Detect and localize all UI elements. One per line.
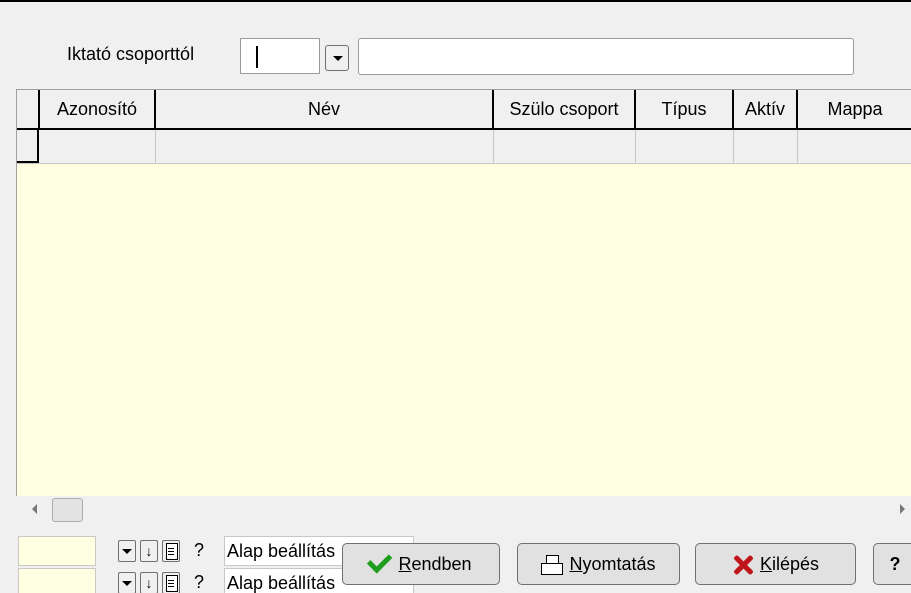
column-header-szulo-csoport[interactable]: Szülo csoport	[494, 90, 636, 128]
row-selector[interactable]	[17, 130, 39, 163]
chevron-down-icon	[122, 581, 132, 586]
close-icon	[732, 554, 754, 576]
grid-header: Azonosító Név Szülo csoport Típus Aktív …	[17, 90, 911, 130]
bottom-bar: ↓ ? Alap beállítás ↓ ? Alap beállítás Re…	[0, 526, 911, 593]
document-icon[interactable]	[162, 540, 180, 562]
column-header-mappa[interactable]: Mappa	[798, 90, 911, 128]
exit-button[interactable]: Kilépés	[695, 543, 856, 585]
settings-dropdown-button-2[interactable]	[118, 572, 136, 593]
group-dropdown-button[interactable]	[325, 45, 349, 71]
exit-label: ilépés	[771, 554, 820, 574]
help-button[interactable]: ?	[873, 543, 911, 585]
printer-icon	[541, 555, 564, 576]
table-cell[interactable]	[798, 130, 911, 163]
checkmark-icon	[367, 548, 393, 574]
text-caret	[256, 46, 258, 68]
chevron-down-icon	[122, 549, 132, 554]
table-cell[interactable]	[636, 130, 734, 163]
print-label: yomtatás	[582, 554, 656, 574]
table-cell[interactable]	[494, 130, 636, 163]
table-cell[interactable]	[156, 130, 494, 163]
group-name-input[interactable]	[358, 38, 854, 75]
scroll-right-icon[interactable]	[900, 504, 905, 514]
column-header-tipus[interactable]: Típus	[636, 90, 734, 128]
group-code-input[interactable]	[240, 38, 320, 74]
data-grid[interactable]: Azonosító Név Szülo csoport Típus Aktív …	[16, 89, 911, 523]
print-label-mnemonic: N	[569, 554, 583, 574]
table-cell[interactable]	[734, 130, 798, 163]
table-row[interactable]	[17, 130, 911, 164]
scroll-left-icon[interactable]	[32, 504, 37, 514]
column-header-nev[interactable]: Név	[156, 90, 494, 128]
exit-label-mnemonic: K	[759, 554, 772, 574]
settings-code-input-1[interactable]	[18, 536, 96, 566]
column-header-aktiv[interactable]: Aktív	[734, 90, 798, 128]
ok-label-mnemonic: R	[398, 554, 412, 574]
dialog-window: Iktató csoporttól Azonosító Név Szülo cs…	[0, 0, 911, 593]
settings-dropdown-button-1[interactable]	[118, 540, 136, 562]
ok-button[interactable]: Rendben	[342, 543, 500, 585]
document-icon[interactable]	[162, 572, 180, 593]
scrollbar-thumb[interactable]	[52, 498, 83, 522]
question-icon[interactable]: ?	[190, 572, 208, 593]
question-icon[interactable]: ?	[190, 540, 208, 562]
chevron-down-icon	[333, 56, 343, 61]
column-header-azonosito[interactable]: Azonosító	[40, 90, 156, 128]
print-button[interactable]: Nyomtatás	[517, 543, 680, 585]
ok-label: endben	[411, 554, 472, 574]
table-cell[interactable]	[40, 130, 156, 163]
horizontal-scrollbar[interactable]	[16, 496, 911, 523]
filter-label: Iktató csoporttól	[67, 44, 195, 64]
arrow-down-icon[interactable]: ↓	[140, 540, 158, 562]
row-selector-header[interactable]	[17, 90, 40, 128]
settings-code-input-2[interactable]	[18, 568, 96, 593]
arrow-down-icon[interactable]: ↓	[140, 572, 158, 593]
